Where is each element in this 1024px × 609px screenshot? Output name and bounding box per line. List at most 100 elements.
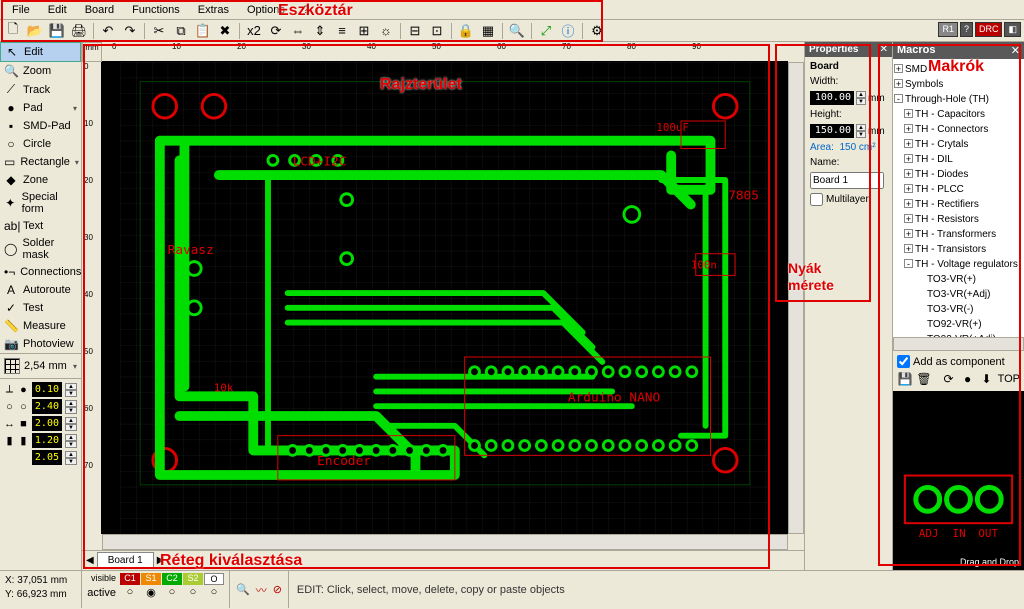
rotate-macro-icon[interactable]: ⟳ xyxy=(941,371,957,387)
undo-icon[interactable]: ↶ xyxy=(98,22,118,40)
tree-item[interactable]: -TH - Voltage regulators xyxy=(894,257,1023,272)
tree-item[interactable]: +Symbols xyxy=(894,77,1023,92)
paste-icon[interactable]: 📋 xyxy=(193,22,213,40)
tree-item[interactable]: TO92-VR(+) xyxy=(894,317,1023,332)
expand-icon[interactable]: + xyxy=(904,124,913,133)
status-drc[interactable]: DRC xyxy=(975,22,1003,37)
delete-icon[interactable]: ✖ xyxy=(215,22,235,40)
grid-size[interactable]: 2,54 mm ▾ xyxy=(0,353,81,378)
expand-icon[interactable]: + xyxy=(904,229,913,238)
up-icon[interactable]: ▲ xyxy=(65,434,77,441)
tool-test[interactable]: ✓Test xyxy=(0,299,81,317)
layer-s1-radio[interactable]: ◉ xyxy=(141,586,161,600)
macro-preview[interactable]: ADJ IN OUT Drag and Drop xyxy=(893,391,1024,570)
status-panel-icon[interactable]: ◧ xyxy=(1004,22,1021,37)
crop-icon[interactable]: ⤢ xyxy=(536,22,556,40)
close-icon[interactable]: ✕ xyxy=(1011,44,1020,57)
chevron-down-icon[interactable]: ▾ xyxy=(75,158,79,167)
menu-help[interactable]: ? xyxy=(295,2,317,18)
origin-icon[interactable]: ☼ xyxy=(376,22,396,40)
group-icon[interactable]: ⊟ xyxy=(405,22,425,40)
copy-icon[interactable]: ⧉ xyxy=(171,22,191,40)
expand-icon[interactable]: - xyxy=(894,94,903,103)
tool-rectangle[interactable]: ▭Rectangle▾ xyxy=(0,153,81,171)
tree-item[interactable]: +TH - Rectifiers xyxy=(894,197,1023,212)
layer-s1[interactable]: S1 xyxy=(141,573,161,585)
tree-item[interactable]: +TH - DIL xyxy=(894,152,1023,167)
tree-item[interactable]: +TH - PLCC xyxy=(894,182,1023,197)
new-icon[interactable]: 🗋 xyxy=(3,22,23,40)
mirror-h-icon[interactable]: ⇔ xyxy=(288,22,308,40)
menu-edit[interactable]: Edit xyxy=(40,2,75,18)
expand-icon[interactable]: - xyxy=(904,259,913,268)
board-tab[interactable]: Board 1 xyxy=(97,552,154,569)
align-icon[interactable]: ≡ xyxy=(332,22,352,40)
scan-icon[interactable]: ▦ xyxy=(478,22,498,40)
layer-s2-radio[interactable]: ○ xyxy=(183,586,203,600)
tree-item[interactable]: +TH - Connectors xyxy=(894,122,1023,137)
open-icon[interactable]: 📂 xyxy=(25,22,45,40)
up-icon[interactable]: ▲ xyxy=(65,400,77,407)
tool-circle[interactable]: ○Circle xyxy=(0,135,81,153)
delete-macro-icon[interactable]: 🗑 xyxy=(916,371,932,387)
down-icon[interactable]: ▼ xyxy=(65,424,77,431)
drc-icon[interactable]: ⊘ xyxy=(273,583,282,596)
tool-zoom[interactable]: 🔍Zoom xyxy=(0,62,81,80)
info-icon[interactable]: ⓘ xyxy=(558,22,578,40)
board-name-input[interactable] xyxy=(810,172,884,189)
tool-smd-pad[interactable]: ▪SMD-Pad xyxy=(0,117,81,135)
tree-item[interactable]: +TH - Diodes xyxy=(894,167,1023,182)
spin-val-3[interactable]: 1.20 xyxy=(32,433,62,448)
tree-item[interactable]: +TH - Resistors xyxy=(894,212,1023,227)
down-icon[interactable]: ▼ xyxy=(65,458,77,465)
layer-c1[interactable]: C1 xyxy=(120,573,140,585)
tool-special-form[interactable]: ✦Special form xyxy=(0,189,81,217)
layer-icon[interactable]: 🔒 xyxy=(456,22,476,40)
tree-item[interactable]: +TH - Transistors xyxy=(894,242,1023,257)
redo-icon[interactable]: ↷ xyxy=(120,22,140,40)
cut-icon[interactable]: ✂ xyxy=(149,22,169,40)
trace-icon[interactable]: 〰 xyxy=(256,582,267,598)
ungroup-icon[interactable]: ⊡ xyxy=(427,22,447,40)
rotate-icon[interactable]: ⟳ xyxy=(266,22,286,40)
layer-selector[interactable]: visible C1 S1 C2 S2 O active ○ ◉ ○ ○ ○ xyxy=(82,571,230,608)
tree-item[interactable]: +TH - Capacitors xyxy=(894,107,1023,122)
zoom-icon[interactable]: 🔍 xyxy=(507,22,527,40)
down-icon[interactable]: ▼ xyxy=(856,98,866,105)
tool-pad[interactable]: ●Pad▾ xyxy=(0,99,81,117)
status-help-icon[interactable]: ? xyxy=(960,22,973,37)
spin-val-4[interactable]: 2.05 xyxy=(32,450,62,465)
up-icon[interactable]: ▲ xyxy=(65,383,77,390)
macro-scroll[interactable] xyxy=(893,337,1024,351)
width-value[interactable]: 100.00 xyxy=(810,91,854,105)
expand-icon[interactable]: + xyxy=(894,79,903,88)
pcb-canvas[interactable]: LCD+I2C Ravasz Arduino NANO Encoder 100u… xyxy=(102,62,788,534)
scrollbar-vertical[interactable] xyxy=(788,62,804,534)
tree-item[interactable]: TO3-VR(-) xyxy=(894,302,1023,317)
down-icon[interactable]: ▼ xyxy=(65,390,77,397)
up-icon[interactable]: ▲ xyxy=(856,124,866,131)
expand-icon[interactable]: + xyxy=(904,169,913,178)
spin-val-1[interactable]: 2.40 xyxy=(32,399,62,414)
tool-text[interactable]: ab|Text xyxy=(0,217,81,235)
tool-photoview[interactable]: 📷Photoview xyxy=(0,335,81,353)
gear-icon[interactable]: ⚙ xyxy=(587,22,607,40)
mirror-v-icon[interactable]: ⇕ xyxy=(310,22,330,40)
save-icon[interactable]: 💾 xyxy=(47,22,67,40)
layer-o-radio[interactable]: ○ xyxy=(204,586,224,600)
tree-item[interactable]: +TH - Transformers xyxy=(894,227,1023,242)
print-icon[interactable]: 🖨 xyxy=(69,22,89,40)
down-icon[interactable]: ▼ xyxy=(65,441,77,448)
down-icon[interactable]: ▼ xyxy=(65,407,77,414)
layer-o[interactable]: O xyxy=(204,573,224,585)
height-value[interactable]: 150.00 xyxy=(810,124,854,138)
tool-measure[interactable]: 📏Measure xyxy=(0,317,81,335)
flip-macro-icon[interactable]: ● xyxy=(960,371,976,387)
multilayer-checkbox[interactable] xyxy=(810,193,823,206)
layer-c1-radio[interactable]: ○ xyxy=(120,586,140,600)
expand-icon[interactable]: + xyxy=(904,244,913,253)
side-macro-icon[interactable]: ⬇ xyxy=(979,371,995,387)
expand-icon[interactable]: + xyxy=(904,139,913,148)
status-r1[interactable]: R1 xyxy=(938,22,958,37)
duplicate-icon[interactable]: x2 xyxy=(244,22,264,40)
